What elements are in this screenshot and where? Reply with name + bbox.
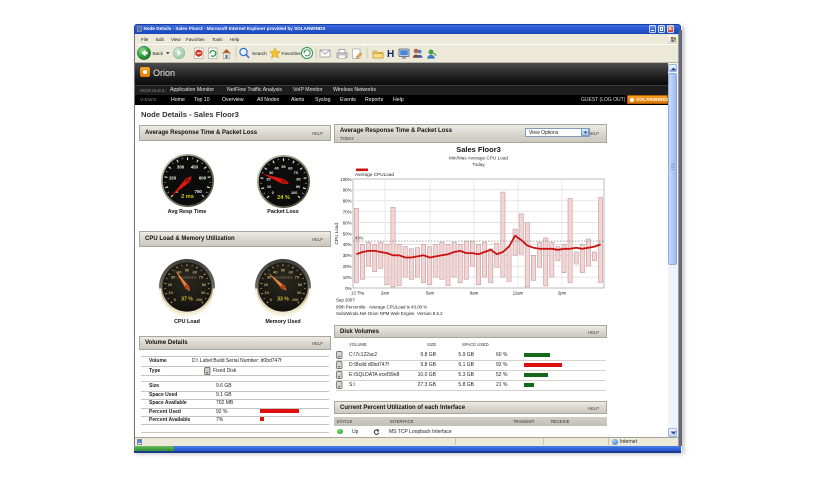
svg-text:Back: Back — [153, 51, 164, 56]
svg-text:70: 70 — [293, 171, 297, 175]
svg-text:Average CPULoad: Average CPULoad — [355, 172, 394, 177]
svg-text:100: 100 — [292, 297, 299, 302]
svg-text:2am: 2am — [381, 291, 390, 296]
svg-text:20: 20 — [266, 177, 270, 181]
svg-text:70: 70 — [295, 275, 300, 280]
svg-text:2pm: 2pm — [558, 291, 567, 296]
svg-text:80: 80 — [202, 282, 207, 287]
svg-text:70%: 70% — [343, 210, 352, 215]
svg-text:60: 60 — [193, 269, 198, 274]
svg-text:11am: 11am — [513, 291, 524, 296]
svg-text:100%: 100% — [340, 177, 351, 182]
svg-text:20: 20 — [168, 282, 173, 287]
svg-text:Today: Today — [472, 162, 485, 167]
svg-text:450: 450 — [190, 164, 198, 169]
svg-text:50: 50 — [185, 267, 190, 272]
svg-text:30: 30 — [171, 275, 176, 280]
svg-text:50%: 50% — [343, 231, 352, 236]
svg-text:100: 100 — [291, 190, 297, 194]
svg-text:40: 40 — [274, 166, 278, 170]
svg-text:90%: 90% — [343, 188, 352, 193]
svg-text:20: 20 — [264, 282, 269, 287]
svg-text:CPU Load: CPU Load — [334, 222, 339, 244]
svg-text:8am: 8am — [470, 291, 479, 296]
svg-text:600: 600 — [198, 175, 206, 180]
svg-text:0: 0 — [271, 190, 273, 194]
svg-text:Min/Max Average CPU Load: Min/Max Average CPU Load — [449, 156, 508, 161]
svg-text:95th Percentile: Average CPUL: 95th Percentile: Average CPULoad is 43.0… — [336, 305, 427, 310]
svg-text:30%: 30% — [343, 253, 352, 258]
svg-text:50: 50 — [281, 164, 285, 168]
svg-text:20%: 20% — [343, 264, 352, 269]
svg-text:40%: 40% — [343, 242, 352, 247]
svg-text:150: 150 — [168, 175, 176, 180]
svg-text:SolarWinds.Net Orion NPM Web E: SolarWinds.Net Orion NPM Web Engine Vers… — [336, 311, 443, 316]
svg-text:13 Thu: 13 Thu — [351, 291, 365, 296]
svg-text:90: 90 — [295, 184, 299, 188]
svg-text:33 %: 33 % — [277, 297, 289, 303]
svg-text:100: 100 — [196, 297, 203, 302]
svg-text:50: 50 — [281, 267, 286, 272]
svg-text:Favorites: Favorites — [282, 51, 302, 56]
svg-text:90: 90 — [201, 290, 206, 295]
svg-text:60: 60 — [288, 166, 292, 170]
svg-text:43%: 43% — [355, 236, 364, 241]
svg-text:90: 90 — [297, 290, 302, 295]
svg-text:SOLARWINDS: SOLARWINDS — [274, 276, 293, 280]
svg-text:70: 70 — [199, 275, 204, 280]
svg-text:60: 60 — [289, 269, 294, 274]
svg-text:10: 10 — [168, 290, 173, 295]
svg-text:Sep 2007: Sep 2007 — [336, 298, 355, 303]
svg-text:10%: 10% — [343, 275, 352, 280]
svg-text:80: 80 — [296, 177, 300, 181]
svg-text:40: 40 — [273, 269, 278, 274]
svg-text:300: 300 — [176, 164, 184, 169]
svg-text:80%: 80% — [343, 199, 352, 204]
svg-text:10: 10 — [266, 184, 270, 188]
svg-text:2 ms: 2 ms — [181, 194, 194, 200]
svg-text:Search: Search — [252, 51, 267, 56]
svg-text:Sales Floor3: Sales Floor3 — [456, 145, 501, 154]
svg-text:37 %: 37 % — [181, 297, 193, 303]
svg-text:5am: 5am — [426, 291, 435, 296]
svg-text:60%: 60% — [343, 220, 352, 225]
svg-text:24 %: 24 % — [277, 195, 290, 201]
svg-text:H: H — [387, 49, 394, 60]
svg-text:750: 750 — [194, 188, 202, 193]
svg-text:80: 80 — [298, 282, 303, 287]
svg-text:10: 10 — [264, 290, 269, 295]
svg-text:30: 30 — [269, 171, 273, 175]
